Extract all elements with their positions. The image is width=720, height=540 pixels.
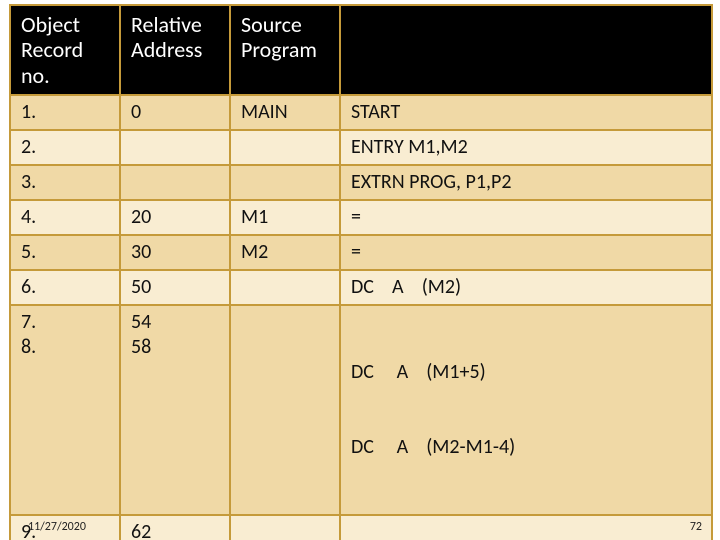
cell-statement: EXTRN PROG, P1,P2 [340, 165, 712, 200]
cell-statement: = [340, 235, 712, 270]
table-row: 6. 50 DC A (M2) [10, 270, 712, 305]
cell-address: 30 [120, 235, 230, 270]
cell-record-no: 4. [10, 200, 120, 235]
table-row: 5. 30 M2 = [10, 235, 712, 270]
cell-address: 54 58 [120, 305, 230, 515]
table-row: 1. 0 MAIN START [10, 95, 712, 130]
header-statement [340, 5, 712, 95]
cell-source [230, 130, 340, 165]
cell-source [230, 270, 340, 305]
cell-source: M1 [230, 200, 340, 235]
cell-record-no-8: 8. [21, 335, 111, 360]
cell-address-8: 58 [131, 335, 221, 360]
cell-statement: ENTRY M1,M2 [340, 130, 712, 165]
header-object-record-no: Object Record no. [10, 5, 120, 95]
slide: Object Record no. Relative Address Sourc… [0, 0, 720, 540]
source-program-table: Object Record no. Relative Address Sourc… [9, 4, 713, 540]
cell-statement-7: DC A (M1+5) [351, 360, 703, 385]
cell-statement: DC A (M1+5) DC A (M2-M1-4) [340, 305, 712, 515]
cell-statement: DC A (M2) [340, 270, 712, 305]
cell-address [120, 165, 230, 200]
cell-statement: DC A (PROG) DC A (P1+P2-PROG) [340, 515, 712, 540]
cell-source [230, 305, 340, 515]
table-header-row: Object Record no. Relative Address Sourc… [10, 5, 712, 95]
cell-statement-8: DC A (M2-M1-4) [351, 435, 703, 460]
cell-source: MAIN [230, 95, 340, 130]
cell-address [120, 130, 230, 165]
cell-record-no: 3. [10, 165, 120, 200]
cell-source [230, 515, 340, 540]
cell-source [230, 165, 340, 200]
cell-source: M2 [230, 235, 340, 270]
cell-record-no: 6. [10, 270, 120, 305]
cell-statement: = [340, 200, 712, 235]
cell-address: 0 [120, 95, 230, 130]
cell-record-no: 7. 8. [10, 305, 120, 515]
cell-statement: START [340, 95, 712, 130]
table-row: 3. EXTRN PROG, P1,P2 [10, 165, 712, 200]
footer-date: 11/27/2020 [28, 520, 86, 534]
header-relative-address: Relative Address [120, 5, 230, 95]
table-row: 4. 20 M1 = [10, 200, 712, 235]
cell-address: 20 [120, 200, 230, 235]
cell-record-no-7: 7. [21, 310, 111, 335]
footer-page-number: 72 [690, 520, 702, 534]
header-source-program: Source Program [230, 5, 340, 95]
cell-record-no: 5. [10, 235, 120, 270]
cell-address: 62 66 [120, 515, 230, 540]
cell-address: 50 [120, 270, 230, 305]
cell-address-9: 62 [131, 520, 221, 540]
cell-address-7: 54 [131, 310, 221, 335]
cell-record-no: 1. [10, 95, 120, 130]
table-row: 2. ENTRY M1,M2 [10, 130, 712, 165]
cell-record-no: 2. [10, 130, 120, 165]
